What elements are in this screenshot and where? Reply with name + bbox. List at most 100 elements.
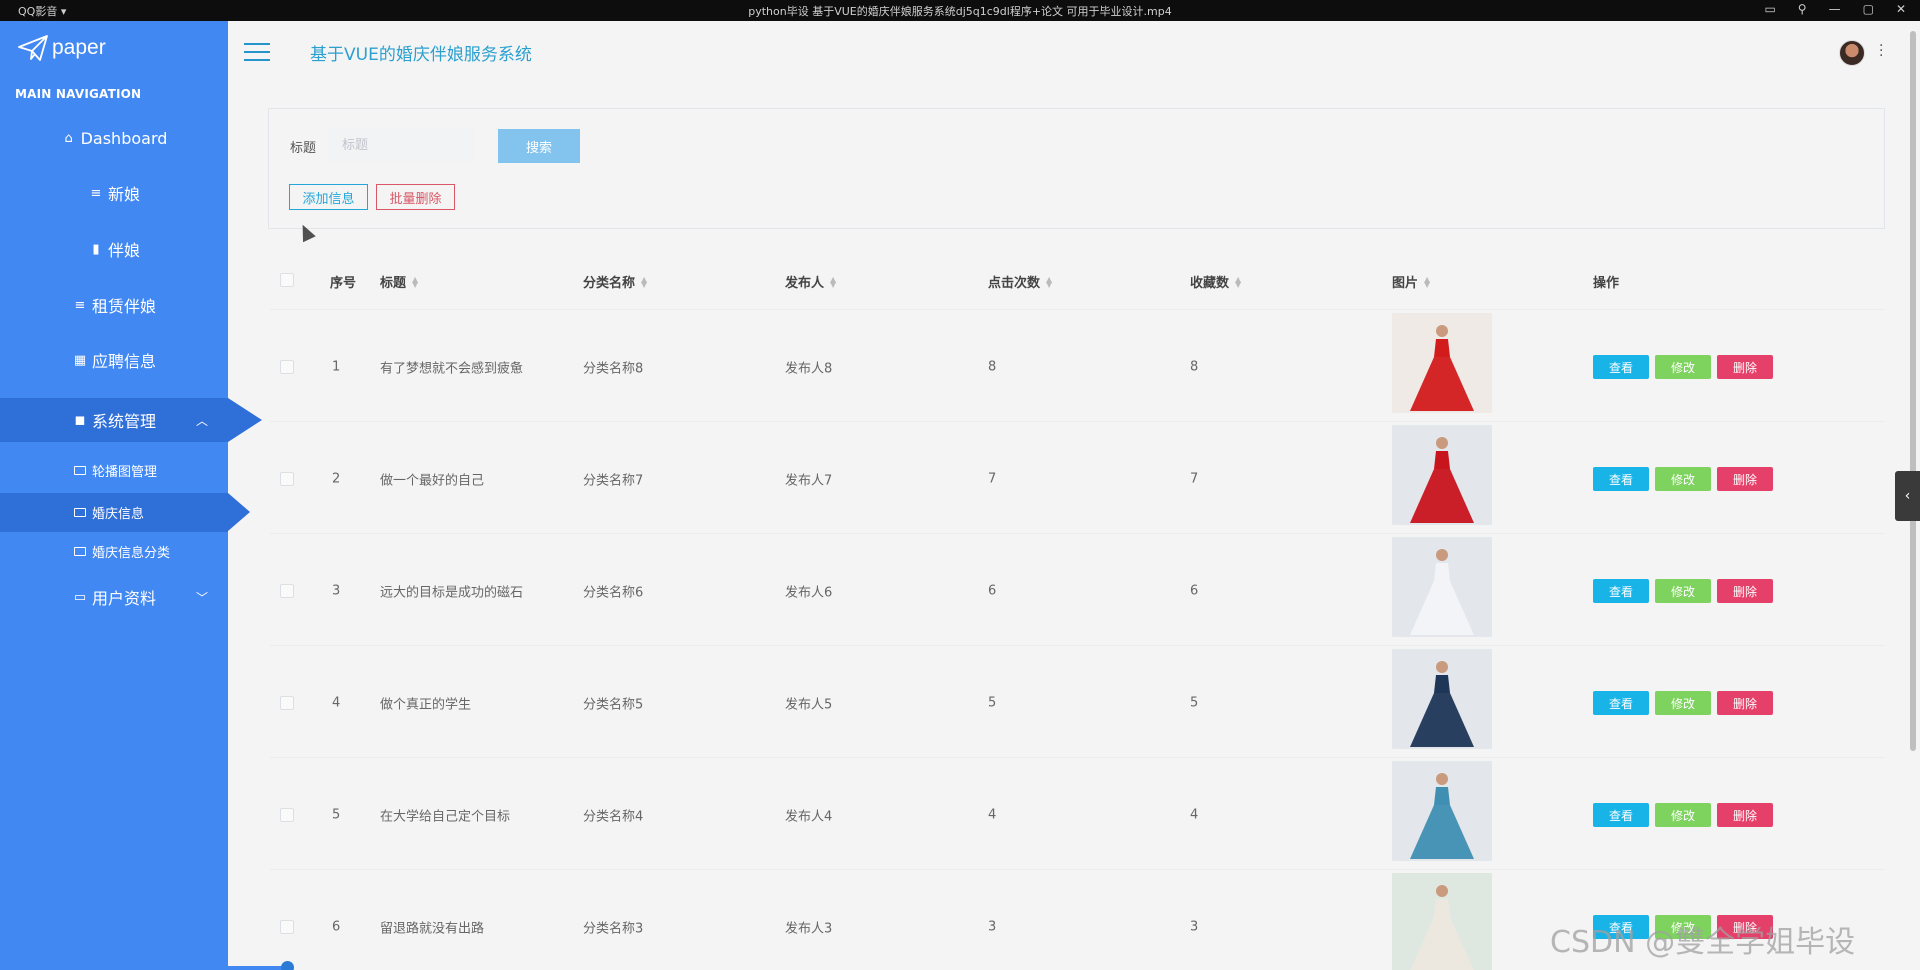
list-icon: ≡ bbox=[90, 185, 102, 201]
hamburger-menu-icon[interactable] bbox=[244, 43, 270, 61]
sidebar-subitem-label: 婚庆信息 bbox=[92, 507, 145, 522]
watermark: CSDN @雙全学姐毕设 bbox=[1550, 925, 1856, 960]
column-header-index: 序号 bbox=[330, 276, 357, 291]
sidebar-item-label: 应聘信息 bbox=[91, 352, 156, 371]
dress-thumbnail-image[interactable] bbox=[1392, 425, 1492, 525]
sidebar-item-label: Dashboard bbox=[80, 128, 168, 148]
more-options-icon[interactable]: · · · bbox=[1879, 39, 1883, 63]
top-header: 基于VUE的婚庆伴娘服务系统 · · · bbox=[228, 21, 1920, 83]
sidebar-subitem-carousel[interactable]: 轮播图管理 bbox=[0, 451, 228, 490]
column-header-image[interactable]: 图片 ▲ ▼ bbox=[1392, 272, 1430, 291]
row-actions: 查看 修改 删除 bbox=[1593, 579, 1773, 603]
row-checkbox[interactable] bbox=[280, 472, 294, 486]
home-icon: ⌂ bbox=[64, 130, 73, 146]
sort-icon[interactable]: ▲ ▼ bbox=[1424, 275, 1430, 288]
table-row: 4 做个真正的学生 分类名称5 发布人5 5 5 查看 修改 删除 bbox=[270, 646, 1885, 758]
title-filter-label: 标题 bbox=[290, 141, 317, 156]
sidebar: paper MAIN NAVIGATION ⌂ Dashboard ≡ 新娘 ▮… bbox=[0, 21, 262, 970]
sidebar-item-label: 用户资料 bbox=[91, 589, 156, 608]
row-checkbox[interactable] bbox=[280, 696, 294, 710]
collapse-panel-tab[interactable]: ‹ bbox=[1895, 471, 1920, 521]
edit-button[interactable]: 修改 bbox=[1655, 691, 1711, 715]
sidebar-item-bride[interactable]: ≡ 新娘 bbox=[0, 171, 228, 215]
folder-icon bbox=[74, 508, 86, 517]
delete-button[interactable]: 删除 bbox=[1717, 691, 1773, 715]
dress-thumbnail-image[interactable] bbox=[1392, 649, 1492, 749]
video-file-title: python毕设 基于VUE的婚庆伴娘服务系统dj5q1c9dl程序+论文 可用… bbox=[748, 5, 1172, 18]
row-checkbox[interactable] bbox=[280, 920, 294, 934]
view-button[interactable]: 查看 bbox=[1593, 691, 1649, 715]
cell-title: 留退路就没有出路 bbox=[380, 921, 485, 937]
sort-icon[interactable]: ▲ ▼ bbox=[830, 275, 836, 288]
column-header-title[interactable]: 标题 ▲ ▼ bbox=[380, 272, 418, 291]
view-button[interactable]: 查看 bbox=[1593, 467, 1649, 491]
cell-clicks: 5 bbox=[988, 695, 997, 711]
screen-icon[interactable]: ▭ bbox=[1764, 2, 1775, 16]
delete-button[interactable]: 删除 bbox=[1717, 467, 1773, 491]
column-header-favorites[interactable]: 收藏数 ▲ ▼ bbox=[1190, 272, 1241, 291]
cell-clicks: 7 bbox=[988, 471, 997, 487]
delete-button[interactable]: 删除 bbox=[1717, 579, 1773, 603]
delete-button[interactable]: 删除 bbox=[1717, 355, 1773, 379]
dress-thumbnail-image[interactable] bbox=[1392, 537, 1492, 637]
sort-icon[interactable]: ▲ ▼ bbox=[641, 275, 647, 288]
column-header-category[interactable]: 分类名称 ▲ ▼ bbox=[583, 272, 647, 291]
minimize-icon[interactable]: — bbox=[1829, 2, 1841, 16]
chevron-down-icon: ﹀ bbox=[195, 590, 208, 605]
add-info-button[interactable]: 添加信息 bbox=[289, 184, 368, 210]
select-all-checkbox[interactable] bbox=[280, 273, 294, 287]
cell-category: 分类名称4 bbox=[583, 809, 644, 825]
calendar-icon: ▭ bbox=[73, 589, 87, 605]
view-button[interactable]: 查看 bbox=[1593, 355, 1649, 379]
row-checkbox[interactable] bbox=[280, 584, 294, 598]
sort-icon[interactable]: ▲ ▼ bbox=[1235, 275, 1241, 288]
dress-thumbnail-image[interactable] bbox=[1392, 313, 1492, 413]
sidebar-subitem-wedding-category[interactable]: 婚庆信息分类 bbox=[0, 532, 228, 571]
sidebar-subitem-wedding-info[interactable]: 婚庆信息 bbox=[0, 493, 250, 532]
horizontal-scrollbar[interactable] bbox=[0, 966, 290, 970]
view-button[interactable]: 查看 bbox=[1593, 803, 1649, 827]
edit-button[interactable]: 修改 bbox=[1655, 579, 1711, 603]
dress-thumbnail-image[interactable] bbox=[1392, 873, 1492, 970]
edit-button[interactable]: 修改 bbox=[1655, 355, 1711, 379]
close-icon[interactable]: ✕ bbox=[1896, 2, 1906, 16]
dress-thumbnail-image[interactable] bbox=[1392, 761, 1492, 861]
view-button[interactable]: 查看 bbox=[1593, 579, 1649, 603]
column-header-clicks[interactable]: 点击次数 ▲ ▼ bbox=[988, 272, 1052, 291]
paper-plane-icon bbox=[18, 35, 48, 61]
cell-publisher: 发布人4 bbox=[785, 809, 833, 825]
title-search-input[interactable] bbox=[328, 128, 474, 162]
maximize-icon[interactable]: ▢ bbox=[1863, 2, 1874, 16]
cell-category: 分类名称5 bbox=[583, 697, 644, 713]
sidebar-item-system-management[interactable]: ◼ 系统管理 ︿ bbox=[0, 398, 262, 442]
column-header-publisher[interactable]: 发布人 ▲ ▼ bbox=[785, 272, 836, 291]
sidebar-subitem-label: 婚庆信息分类 bbox=[92, 546, 171, 561]
row-actions: 查看 修改 删除 bbox=[1593, 803, 1773, 827]
sidebar-item-dashboard[interactable]: ⌂ Dashboard bbox=[0, 116, 228, 160]
sort-icon[interactable]: ▲ ▼ bbox=[412, 275, 418, 288]
chevron-up-icon: ︿ bbox=[195, 413, 208, 428]
column-header-label: 分类名称 bbox=[583, 276, 636, 291]
row-checkbox[interactable] bbox=[280, 808, 294, 822]
sort-icon[interactable]: ▲ ▼ bbox=[1046, 275, 1052, 288]
scrollbar-thumb[interactable] bbox=[1910, 31, 1916, 751]
sidebar-item-label: 租赁伴娘 bbox=[91, 297, 156, 316]
edit-button[interactable]: 修改 bbox=[1655, 803, 1711, 827]
edit-button[interactable]: 修改 bbox=[1655, 467, 1711, 491]
search-button[interactable]: 搜索 bbox=[498, 129, 580, 163]
batch-delete-button[interactable]: 批量删除 bbox=[376, 184, 455, 210]
sidebar-item-applications[interactable]: ▦ 应聘信息 bbox=[0, 338, 228, 382]
delete-button[interactable]: 删除 bbox=[1717, 803, 1773, 827]
search-panel: 标题 搜索 添加信息 批量删除 bbox=[268, 108, 1885, 229]
sidebar-item-user-profile[interactable]: ▭ 用户资料 ﹀ bbox=[0, 575, 228, 619]
pin-icon[interactable]: ⚲ bbox=[1798, 2, 1807, 16]
folder-icon bbox=[74, 547, 86, 556]
cell-category: 分类名称7 bbox=[583, 473, 644, 489]
brand-logo[interactable]: paper bbox=[18, 35, 106, 61]
column-header-label: 收藏数 bbox=[1190, 276, 1230, 291]
sidebar-item-bridesmaid[interactable]: ▮ 伴娘 bbox=[0, 227, 228, 271]
sidebar-item-rent-bridesmaid[interactable]: ≡ 租赁伴娘 bbox=[0, 283, 228, 327]
avatar[interactable] bbox=[1839, 40, 1865, 66]
cell-title: 有了梦想就不会感到疲惫 bbox=[380, 361, 524, 377]
row-checkbox[interactable] bbox=[280, 360, 294, 374]
